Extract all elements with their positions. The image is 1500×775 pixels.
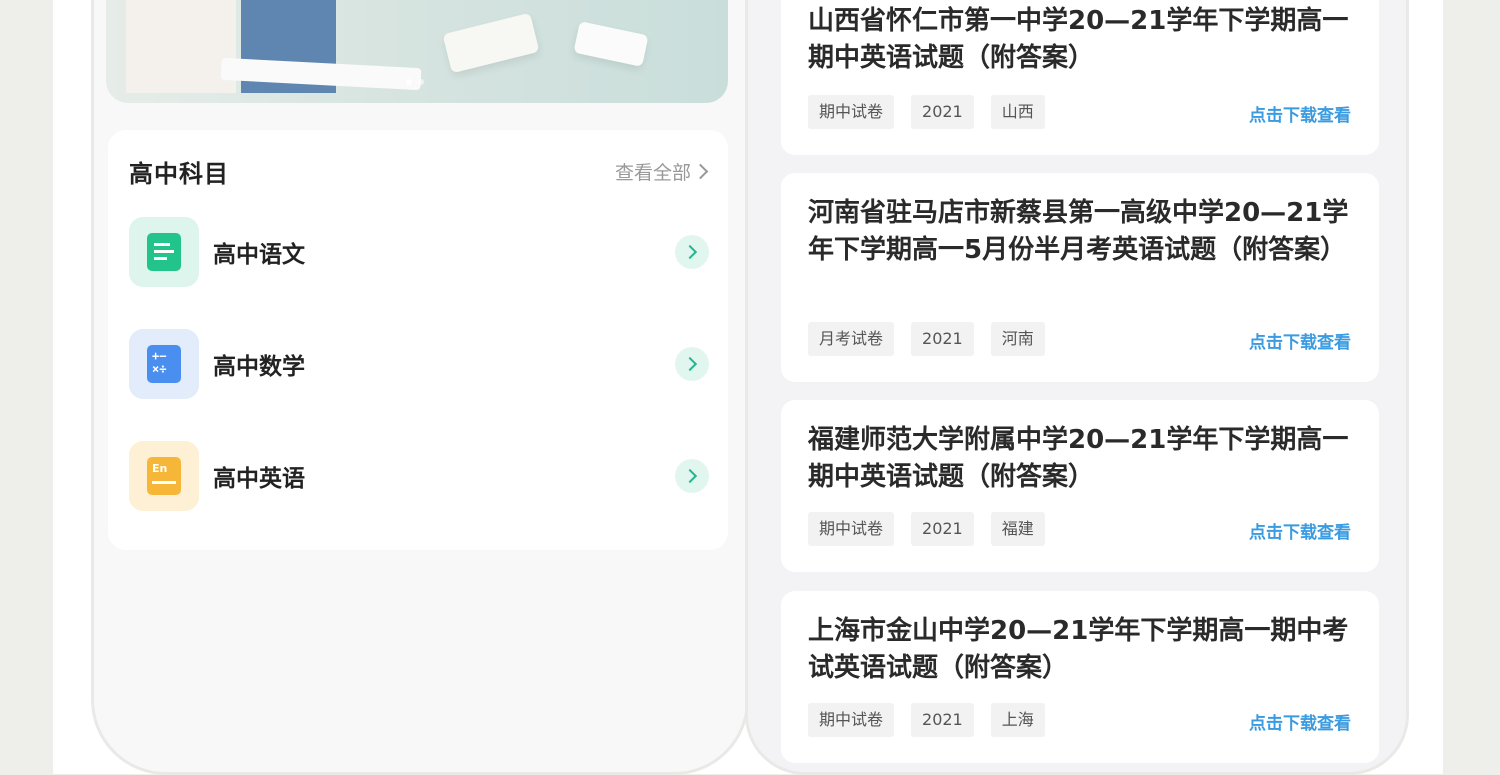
tag-type: 月考试卷	[808, 322, 895, 356]
paper-card[interactable]: 山西省怀仁市第一中学20—21学年下学期高一期中英语试题（附答案） 期中试卷 2…	[781, 0, 1379, 155]
tag-region: 上海	[990, 703, 1045, 737]
paper-title: 福建师范大学附属中学20—21学年下学期高一期中英语试题（附答案）	[808, 425, 1349, 492]
paper-tags: 期中试卷 2021 上海	[808, 703, 1045, 737]
left-phone-screen: 高中科目 查看全部 高中语文 +− ×÷ 高中数学 En 高中英语	[91, 0, 749, 775]
subject-item-english[interactable]: En 高中英语	[129, 441, 709, 511]
download-link[interactable]: 点击下载查看	[1249, 709, 1351, 734]
chevron-right-icon	[692, 163, 709, 180]
subjects-card: 高中科目 查看全部 高中语文 +− ×÷ 高中数学 En 高中英语	[108, 130, 728, 550]
paper-tags: 期中试卷 2021 山西	[808, 95, 1045, 129]
paper-title: 山西省怀仁市第一中学20—21学年下学期高一期中英语试题（附答案）	[808, 6, 1349, 73]
tag-region: 山西	[990, 95, 1045, 129]
chevron-right-icon[interactable]	[675, 347, 709, 381]
tag-type: 期中试卷	[808, 703, 895, 737]
banner-printer-2	[573, 21, 649, 67]
subject-label: 高中语文	[213, 242, 305, 268]
subject-label: 高中英语	[213, 466, 305, 492]
paper-title: 上海市金山中学20—21学年下学期高一期中考试英语试题（附答案）	[808, 616, 1349, 683]
chevron-right-icon[interactable]	[675, 459, 709, 493]
banner-person-left	[126, 0, 236, 93]
tag-region: 河南	[990, 322, 1045, 356]
download-link[interactable]: 点击下载查看	[1249, 518, 1351, 543]
carousel-dot[interactable]	[406, 79, 412, 85]
tag-type: 期中试卷	[808, 512, 895, 546]
paper-card[interactable]: 河南省驻马店市新蔡县第一高级中学20—21学年下学期高一5月份半月考英语试题（附…	[781, 173, 1379, 382]
right-phone-screen: 山西省怀仁市第一中学20—21学年下学期高一期中英语试题（附答案） 期中试卷 2…	[745, 0, 1409, 775]
download-link[interactable]: 点击下载查看	[1249, 101, 1351, 126]
carousel-dot[interactable]	[418, 79, 424, 85]
section-title: 高中科目	[129, 160, 229, 188]
subject-label: 高中数学	[213, 354, 305, 380]
tag-region: 福建	[990, 512, 1045, 546]
paper-tags: 月考试卷 2021 河南	[808, 322, 1045, 356]
paper-card[interactable]: 上海市金山中学20—21学年下学期高一期中考试英语试题（附答案） 期中试卷 20…	[781, 591, 1379, 763]
paper-title: 河南省驻马店市新蔡县第一高级中学20—21学年下学期高一5月份半月考英语试题（附…	[808, 198, 1349, 265]
download-link[interactable]: 点击下载查看	[1249, 328, 1351, 353]
subject-item-chinese[interactable]: 高中语文	[129, 217, 709, 287]
paper-card[interactable]: 福建师范大学附属中学20—21学年下学期高一期中英语试题（附答案） 期中试卷 2…	[781, 400, 1379, 572]
tag-year: 2021	[911, 322, 974, 356]
stage: 高中科目 查看全部 高中语文 +− ×÷ 高中数学 En 高中英语 山西省怀仁市…	[53, 0, 1443, 775]
banner-printer-1	[442, 12, 540, 74]
english-book-icon: En	[129, 441, 199, 511]
paper-tags: 期中试卷 2021 福建	[808, 512, 1045, 546]
tag-type: 期中试卷	[808, 95, 895, 129]
calculator-icon: +− ×÷	[129, 329, 199, 399]
chevron-right-icon[interactable]	[675, 235, 709, 269]
document-icon	[129, 217, 199, 287]
tag-year: 2021	[911, 95, 974, 129]
tag-year: 2021	[911, 703, 974, 737]
view-all-label: 查看全部	[614, 162, 691, 184]
tag-year: 2021	[911, 512, 974, 546]
view-all-link[interactable]: 查看全部	[614, 158, 709, 185]
subject-item-math[interactable]: +− ×÷ 高中数学	[129, 329, 709, 399]
promo-banner[interactable]	[106, 0, 728, 103]
